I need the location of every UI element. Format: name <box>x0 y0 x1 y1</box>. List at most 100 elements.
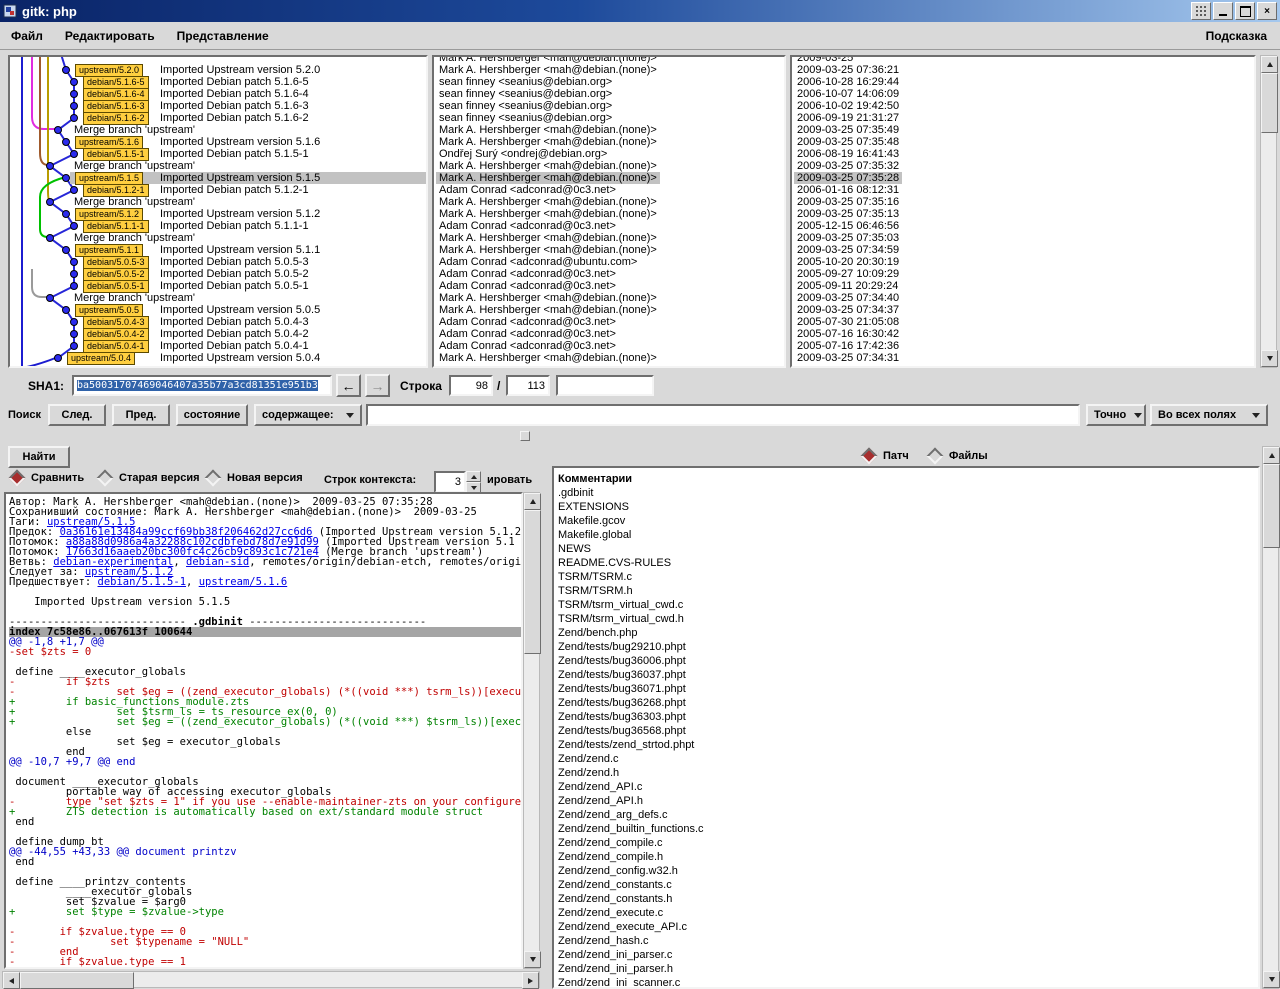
close-button[interactable]: × <box>1257 2 1277 20</box>
commit-author[interactable]: Mark A. Hershberger <mah@debian.(none)> <box>434 57 784 64</box>
file-item[interactable]: Zend/zend_API.h <box>558 794 1258 808</box>
file-item[interactable]: Makefile.gcov <box>558 514 1258 528</box>
match-mode-dropdown[interactable]: Точно <box>1086 404 1146 426</box>
commit-row[interactable]: debian/5.0.5-3 Imported Debian patch 5.0.… <box>10 256 426 269</box>
row-total-field[interactable]: 113 <box>506 375 550 396</box>
commit-author[interactable]: Mark A. Hershberger <mah@debian.(none)> <box>434 136 784 148</box>
commit-date[interactable]: 2009-03-25 07:35:16 <box>792 196 1254 208</box>
scroll-thumb[interactable] <box>524 510 541 654</box>
ignore-whitespace-label[interactable]: ировать <box>487 474 532 486</box>
menu-file[interactable]: Файл <box>0 29 54 43</box>
commit-date[interactable]: 2009-03-25 07:34:31 <box>792 352 1254 364</box>
commit-author[interactable]: Adam Conrad <adconrad@0c3.net> <box>434 220 784 232</box>
file-item[interactable]: Zend/zend_builtin_functions.c <box>558 822 1258 836</box>
commit-row[interactable]: upstream/5.0.4 Imported Upstream version … <box>10 352 426 365</box>
file-item[interactable]: Zend/tests/zend_strtod.phpt <box>558 738 1258 752</box>
tag-label[interactable]: upstream/5.0.4 <box>67 352 136 365</box>
file-item[interactable]: Zend/zend_hash.c <box>558 934 1258 948</box>
diff-scrollbar-horizontal[interactable] <box>2 971 540 989</box>
scroll-thumb[interactable] <box>20 972 134 989</box>
sash-handle[interactable] <box>520 431 530 441</box>
context-lines-value[interactable]: 3 <box>434 471 466 493</box>
commit-date[interactable]: 2009-03-25 07:35:48 <box>792 136 1254 148</box>
commit-date[interactable]: 2005-10-20 20:30:19 <box>792 256 1254 268</box>
commit-row[interactable]: debian/5.0.4-1 Imported Debian patch 5.0.… <box>10 340 426 353</box>
diff-scrollbar-vertical[interactable] <box>523 492 541 969</box>
file-item[interactable]: Zend/tests/bug36071.phpt <box>558 682 1258 696</box>
commit-date[interactable]: 2005-07-16 17:42:36 <box>792 340 1254 352</box>
menu-view[interactable]: Представление <box>166 29 280 43</box>
scroll-up-button[interactable] <box>1263 447 1280 464</box>
sha1-input[interactable]: ba50031707469046407a35b77a3cd81351e951b3 <box>72 375 332 396</box>
ref-link[interactable]: upstream/5.1.6 <box>199 576 288 588</box>
radio-new-version[interactable]: Новая версия <box>204 469 303 487</box>
commit-row[interactable]: debian/5.0.5-1 Imported Debian patch 5.0.… <box>10 280 426 293</box>
commit-author[interactable]: Mark A. Hershberger <mah@debian.(none)> <box>434 244 784 256</box>
commit-row[interactable]: Merge branch 'upstream' <box>10 124 426 136</box>
commit-author[interactable]: sean finney <seanius@debian.org> <box>434 100 784 112</box>
spin-up-button[interactable] <box>466 471 481 482</box>
radio-old-version[interactable]: Старая версия <box>96 469 200 487</box>
commit-row[interactable]: Merge branch 'upstream' <box>10 232 426 244</box>
diff-find-button[interactable]: Найти <box>8 446 70 468</box>
file-item[interactable]: Zend/zend_compile.h <box>558 850 1258 864</box>
file-item[interactable]: Zend/zend_ini_scanner.c <box>558 976 1258 987</box>
commit-date[interactable]: 2009-03-25 07:35:13 <box>792 208 1254 220</box>
radio-tree[interactable]: Файлы <box>926 447 988 465</box>
commit-author[interactable]: Adam Conrad <adconrad@0c3.net> <box>434 328 784 340</box>
find-commit-button[interactable]: состояние <box>176 404 248 426</box>
commit-list-scrollbar[interactable] <box>1260 55 1278 368</box>
forward-button[interactable]: → <box>365 374 390 397</box>
file-item[interactable]: Zend/zend.h <box>558 766 1258 780</box>
commit-row[interactable]: debian/5.0.5-2 Imported Debian patch 5.0.… <box>10 268 426 281</box>
commit-author[interactable]: sean finney <seanius@debian.org> <box>434 88 784 100</box>
commit-row[interactable]: debian/5.1.5-1 Imported Debian patch 5.1.… <box>10 148 426 161</box>
radio-diff[interactable]: Сравнить <box>8 469 84 487</box>
commit-author[interactable]: Mark A. Hershberger <mah@debian.(none)> <box>434 208 784 220</box>
file-item[interactable]: Makefile.global <box>558 528 1258 542</box>
commit-date[interactable]: 2005-09-11 20:29:24 <box>792 280 1254 292</box>
scroll-down-button[interactable] <box>1263 971 1280 988</box>
commit-author[interactable]: Adam Conrad <adconrad@ubuntu.com> <box>434 256 784 268</box>
menu-help[interactable]: Подсказка <box>1193 29 1280 43</box>
scroll-right-button[interactable] <box>522 972 539 989</box>
file-item[interactable]: TSRM/tsrm_virtual_cwd.h <box>558 612 1258 626</box>
commit-author[interactable]: Mark A. Hershberger <mah@debian.(none)> <box>434 304 784 316</box>
commit-date[interactable]: 2006-10-02 19:42:50 <box>792 100 1254 112</box>
scroll-down-button[interactable] <box>524 951 541 968</box>
commit-row[interactable]: upstream/5.0.5 Imported Upstream version … <box>10 304 426 317</box>
scroll-up-button[interactable] <box>524 493 541 510</box>
file-item[interactable]: README.CVS-RULES <box>558 556 1258 570</box>
file-item[interactable]: Zend/zend_ini_parser.h <box>558 962 1258 976</box>
commit-author[interactable]: Mark A. Hershberger <mah@debian.(none)> <box>434 232 784 244</box>
commit-row[interactable]: debian/5.1.6-2 Imported Debian patch 5.1.… <box>10 112 426 125</box>
file-item[interactable]: .gdbinit <box>558 486 1258 500</box>
find-input[interactable] <box>366 404 1080 426</box>
commit-row[interactable]: debian/5.1.6-4 Imported Debian patch 5.1.… <box>10 88 426 101</box>
commit-row[interactable]: Merge branch 'upstream' <box>10 292 426 304</box>
commit-date[interactable]: 2006-01-16 08:12:31 <box>792 184 1254 196</box>
commit-date[interactable]: 2006-10-28 16:29:44 <box>792 76 1254 88</box>
file-item[interactable]: Zend/tests/bug36268.phpt <box>558 696 1258 710</box>
file-item[interactable]: Zend/bench.php <box>558 626 1258 640</box>
commit-author[interactable]: Adam Conrad <adconrad@0c3.net> <box>434 316 784 328</box>
scroll-thumb[interactable] <box>1263 464 1280 548</box>
commit-date-pane[interactable]: 2009-03-25 2009-03-25 07:36:21 2006-10-28 … <box>790 55 1256 368</box>
commit-author[interactable]: Mark A. Hershberger <mah@debian.(none)> <box>434 64 784 76</box>
file-item[interactable]: Zend/zend_execute_API.c <box>558 920 1258 934</box>
file-item[interactable]: Zend/zend_config.w32.h <box>558 864 1258 878</box>
commit-author[interactable]: Mark A. Hershberger <mah@debian.(none)> <box>434 196 784 208</box>
file-list-pane[interactable]: Комментарии .gdbinit EXTENSIONS Makefile.gc… <box>552 466 1260 989</box>
scroll-up-button[interactable] <box>1261 56 1278 73</box>
commit-author[interactable]: Adam Conrad <adconrad@0c3.net> <box>434 268 784 280</box>
commit-row[interactable]: debian/5.0.4-2 Imported Debian patch 5.0.… <box>10 328 426 341</box>
commit-date[interactable]: 2009-03-25 07:34:37 <box>792 304 1254 316</box>
commit-row[interactable]: Merge branch 'upstream' <box>10 196 426 208</box>
commit-date[interactable]: 2005-09-27 10:09:29 <box>792 268 1254 280</box>
commit-author-pane[interactable]: Mark A. Hershberger <mah@debian.(none)> M… <box>432 55 786 368</box>
commit-author[interactable]: sean finney <seanius@debian.org> <box>434 76 784 88</box>
file-item[interactable]: Zend/zend_compile.c <box>558 836 1258 850</box>
context-lines-spinner[interactable]: 3 <box>434 471 481 493</box>
commit-date[interactable]: 2009-03-25 07:34:59 <box>792 244 1254 256</box>
commit-row[interactable]: debian/5.0.4-3 Imported Debian patch 5.0.… <box>10 316 426 329</box>
